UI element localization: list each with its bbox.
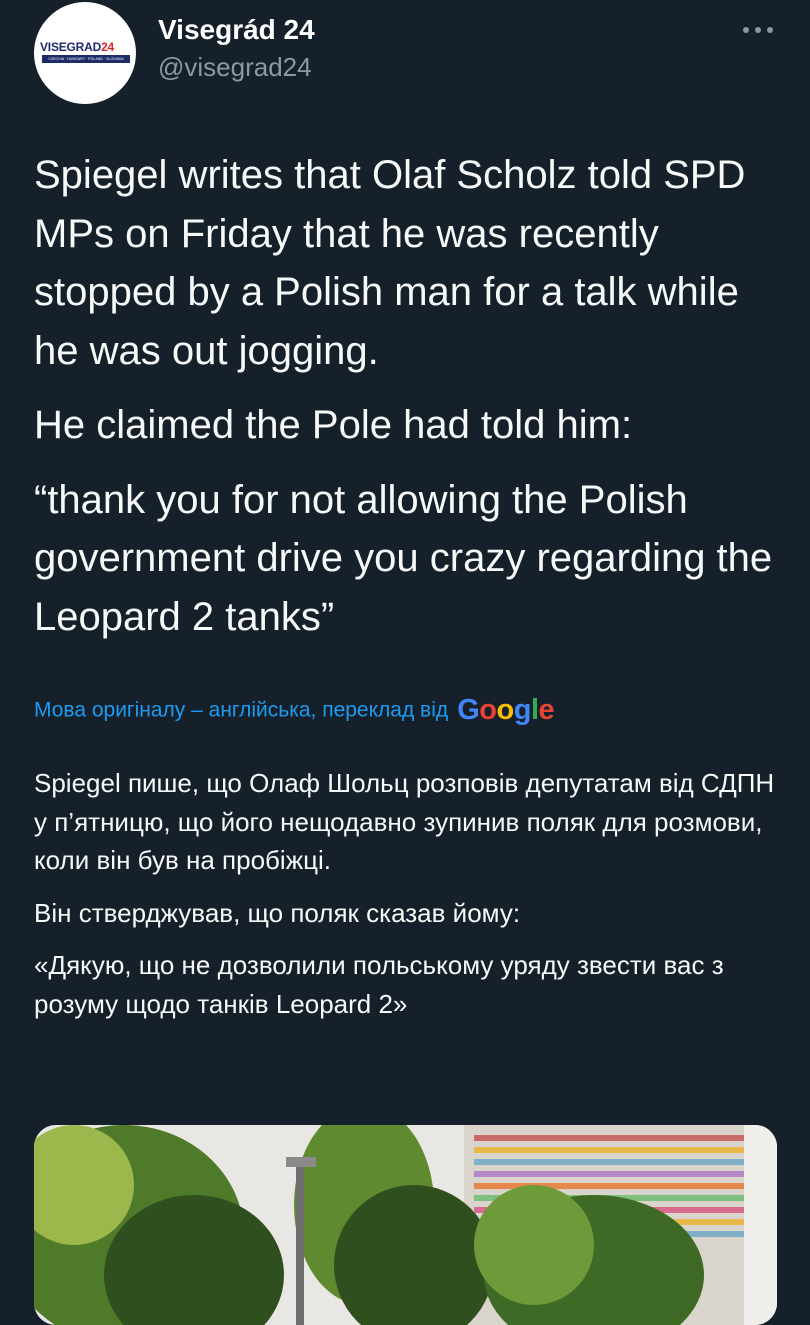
tweet-header: VISEGRAD24 CZECHIA · HUNGARY · POLAND · …: [0, 0, 810, 110]
more-horizontal-icon[interactable]: [738, 20, 778, 40]
logo-countries-strip: CZECHIA · HUNGARY · POLAND · SLOVAKIA: [42, 55, 130, 63]
photo-image: [34, 1125, 777, 1325]
translation-label: Мова оригіналу – англійська, переклад ві…: [34, 698, 449, 722]
translated-text: Spiegel пише, що Олаф Шольц розповів деп…: [34, 764, 779, 1037]
avatar[interactable]: VISEGRAD24 CZECHIA · HUNGARY · POLAND · …: [34, 2, 136, 104]
translated-paragraph: «Дякую, що не дозволили польському уряду…: [34, 950, 724, 1019]
translated-paragraph: Він стверджував, що поляк сказав йому:: [34, 897, 521, 928]
tweet-paragraph: He claimed the Pole had told him:: [34, 403, 633, 447]
logo-wordmark: VISEGRAD24: [40, 40, 115, 54]
tweet-paragraph: “thank you for not allowing the Polish g…: [34, 477, 773, 639]
translated-paragraph: Spiegel пише, що Олаф Шольц розповів деп…: [34, 768, 775, 875]
tweet-media-photo[interactable]: [34, 1125, 777, 1325]
google-logo: Google: [457, 694, 555, 726]
tweet-text: Spiegel writes that Olaf Scholz told SPD…: [34, 146, 779, 662]
tweet-paragraph: Spiegel writes that Olaf Scholz told SPD…: [34, 153, 746, 373]
author-handle[interactable]: @visegrad24: [158, 50, 312, 84]
author-display-name[interactable]: Visegrád 24: [158, 12, 315, 48]
translation-attribution-link[interactable]: Мова оригіналу – англійська, переклад ві…: [34, 694, 555, 734]
visegrad24-logo: VISEGRAD24 CZECHIA · HUNGARY · POLAND · …: [40, 40, 130, 66]
